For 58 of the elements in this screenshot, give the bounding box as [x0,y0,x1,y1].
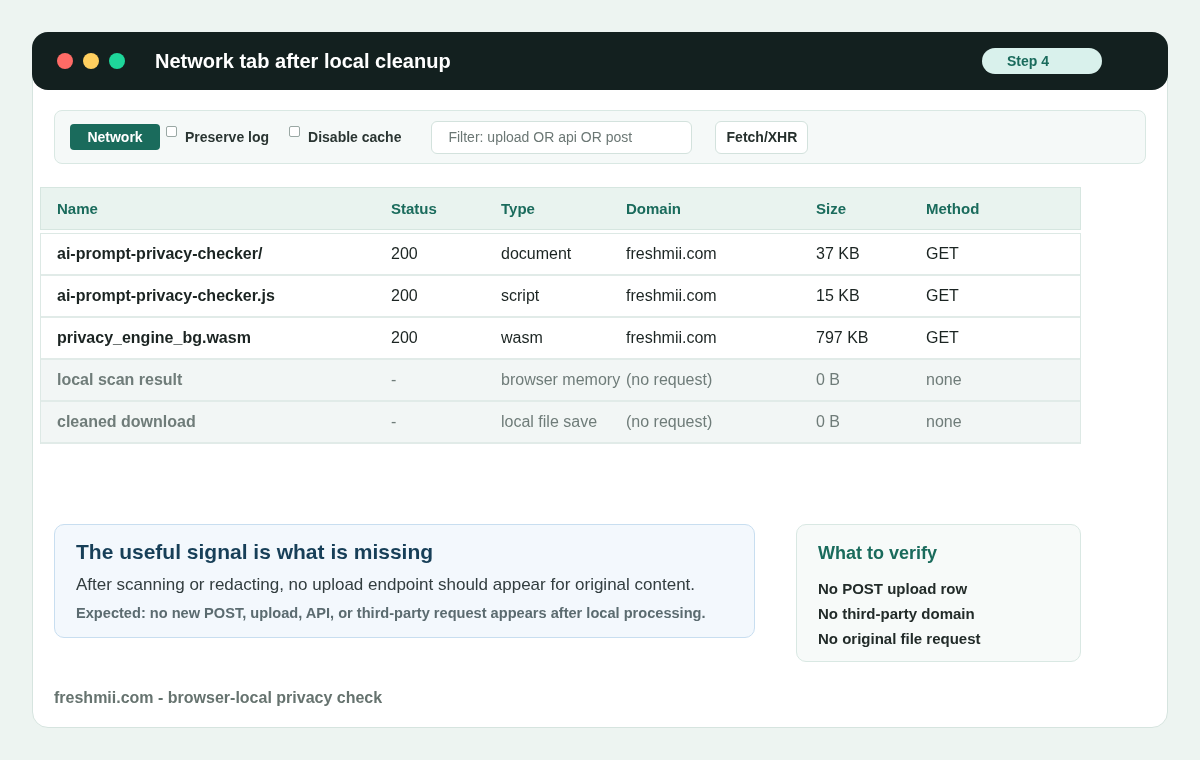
domain-cell-text: freshmii.com [626,245,718,263]
maximize-dot-icon[interactable] [109,53,125,69]
expected-text: Expected: no new POST, upload, API, or third-party request appears after local processing. [76,605,707,621]
note-text: After scanning or redacting, no upload endpoint should appear for original content. [76,575,697,595]
size-cell-text: 0 B [816,371,841,389]
verify-item: No original file request [818,629,982,649]
filter-field[interactable]: Filter: upload OR api OR post [431,120,693,154]
size-cell-text: 15 KB [816,287,861,305]
method-cell-text: GET [926,329,960,347]
type-cell-text: wasm [501,329,544,347]
method-cell-text: GET [926,245,960,263]
step-badge: Step 4 [982,48,1102,74]
verify-item: No POST upload row [818,579,969,599]
size-cell-text: 0 B [816,413,841,431]
status-cell-text: 200 [391,287,419,305]
request-name: local scan result [57,371,184,389]
request-row[interactable]: local scan result - browser memory (no request) 0 B none [41,360,1080,402]
note-title: The useful signal is what is missing [76,540,435,564]
type-cell-text: script [501,287,541,305]
minimize-dot-icon[interactable] [83,53,99,69]
request-row[interactable]: cleaned download - local file save (no request) 0 B none [41,402,1080,444]
close-dot-icon[interactable] [57,53,73,69]
request-name: privacy_engine_bg.wasm [57,329,252,347]
column-header[interactable]: Type [501,200,626,217]
domain-cell-text: (no request) [626,413,714,431]
checkbox[interactable] [289,126,301,137]
footer-text: freshmii.com - browser-local privacy check [54,689,384,707]
status-cell-text: 200 [391,329,419,347]
request-name: cleaned download [57,413,197,431]
network-button[interactable]: Network [70,124,160,150]
column-header[interactable]: Domain [626,200,816,217]
request-name: ai-prompt-privacy-checker/ [57,245,264,263]
domain-cell-text: freshmii.com [626,329,718,347]
checkbox-label[interactable]: Preserve log [185,129,270,145]
method-cell-text: GET [926,287,960,305]
size-cell-text: 37 KB [816,245,861,263]
window-title: Network tab after local cleanup [155,49,452,73]
method-cell-text: none [926,371,963,389]
type-cell-text: browser memory [501,371,622,389]
type-filter-button[interactable]: Fetch/XHR [715,120,809,154]
checkbox-label[interactable]: Disable cache [308,129,402,145]
checkbox[interactable] [166,126,177,137]
status-cell-text: 200 [391,245,419,263]
column-header[interactable]: Status [391,200,501,217]
size-cell-text: 797 KB [816,329,870,347]
status-cell-text: - [391,371,398,389]
column-header[interactable]: Size [816,200,926,217]
domain-cell-text: freshmii.com [626,287,718,305]
domain-cell-text: (no request) [626,371,714,389]
verify-item: No third-party domain [818,604,976,624]
column-header[interactable]: Name [57,200,391,217]
status-cell-text: - [391,413,398,431]
request-name: ai-prompt-privacy-checker.js [57,287,276,305]
column-header[interactable]: Method [926,200,1080,217]
type-cell-text: local file save [501,413,599,431]
method-cell-text: none [926,413,963,431]
type-cell-text: document [501,245,573,263]
verify-title: What to verify [818,543,938,564]
